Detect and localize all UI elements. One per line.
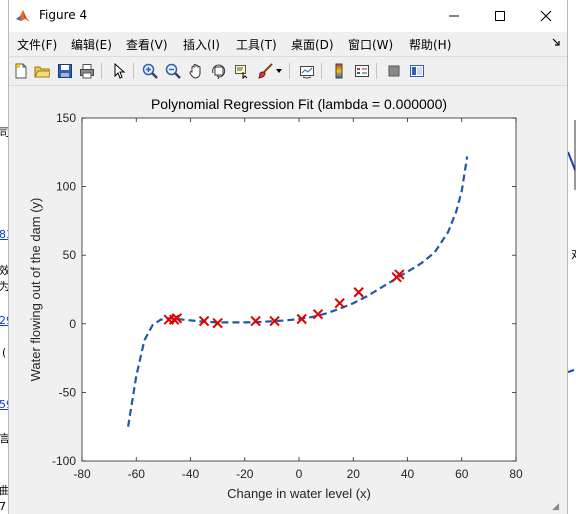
- close-button[interactable]: [523, 0, 569, 32]
- toolbar: [9, 56, 567, 86]
- show-plot-tools-icon[interactable]: [408, 62, 426, 80]
- x-tick-label: 20: [347, 467, 361, 481]
- data-cursor-icon[interactable]: [233, 62, 251, 80]
- open-file-icon[interactable]: [33, 62, 51, 80]
- menu-view[interactable]: 查看(V): [126, 36, 168, 53]
- title-bar[interactable]: Figure 4: [9, 0, 567, 32]
- x-tick-label: 60: [455, 467, 469, 481]
- colorbar-icon[interactable]: [330, 62, 348, 80]
- menu-file[interactable]: 文件(F): [17, 36, 57, 53]
- toolbar-separator: [376, 63, 377, 79]
- resize-grip-icon[interactable]: ◢: [552, 502, 559, 512]
- x-axis-label: Change in water level (x): [227, 486, 371, 501]
- close-icon: [540, 10, 552, 22]
- background-app-left-strip: 司 83 效 为 29 ( 59 言 曲 7: [0, 0, 13, 514]
- maximize-icon: [495, 11, 505, 21]
- y-tick-label: -50: [59, 385, 77, 399]
- chart-title: Polynomial Regression Fit (lambda = 0.00…: [151, 96, 447, 112]
- y-tick-label: 100: [56, 180, 76, 194]
- y-tick-label: 150: [56, 111, 76, 125]
- zoom-out-icon[interactable]: [164, 62, 182, 80]
- x-tick-label: 0: [296, 467, 303, 481]
- y-axis-label: Water flowing out of the dam (y): [28, 198, 43, 382]
- x-tick-label: -60: [128, 467, 146, 481]
- background-app-right-strip: 对: [568, 0, 576, 514]
- x-tick-label: -40: [182, 467, 200, 481]
- matlab-logo-icon: [15, 8, 31, 24]
- background-text: (: [2, 346, 7, 359]
- y-tick-label: 50: [63, 248, 77, 262]
- y-tick-label: 0: [69, 317, 76, 331]
- brush-icon[interactable]: [256, 62, 274, 80]
- figure-window: Figure 4 文件(F) 编辑(E) 查看(V) 插入(I) 工具(T) 桌…: [8, 0, 568, 514]
- minimize-icon: [449, 15, 459, 17]
- toolbar-separator: [289, 63, 290, 79]
- new-figure-icon[interactable]: [12, 62, 30, 80]
- x-tick-label: 80: [509, 467, 523, 481]
- x-tick-label: -20: [236, 467, 254, 481]
- hide-plot-tools-icon[interactable]: [385, 62, 403, 80]
- save-icon[interactable]: [56, 62, 74, 80]
- toolbar-separator: [101, 63, 102, 79]
- window-title: Figure 4: [39, 8, 88, 22]
- y-tick-label: -100: [52, 454, 76, 468]
- link-plot-icon[interactable]: [298, 62, 316, 80]
- menu-insert[interactable]: 插入(I): [183, 36, 220, 53]
- legend-icon[interactable]: [353, 62, 371, 80]
- menu-desktop[interactable]: 桌面(D): [291, 36, 334, 53]
- menu-bar: 文件(F) 编辑(E) 查看(V) 插入(I) 工具(T) 桌面(D) 窗口(W…: [9, 32, 567, 56]
- rotate-3d-icon[interactable]: [210, 62, 228, 80]
- menu-tools[interactable]: 工具(T): [236, 36, 277, 53]
- menu-window[interactable]: 窗口(W): [348, 36, 393, 53]
- toolbar-separator: [133, 63, 134, 79]
- toolbar-separator: [321, 63, 322, 79]
- axes-box: [81, 117, 517, 462]
- background-text: 7: [0, 500, 6, 513]
- print-icon[interactable]: [78, 62, 96, 80]
- minimize-button[interactable]: [431, 0, 477, 32]
- x-tick-label: -80: [73, 467, 91, 481]
- x-tick-label: 40: [401, 467, 415, 481]
- figure-canvas[interactable]: Polynomial Regression Fit (lambda = 0.00…: [9, 86, 561, 514]
- dock-arrow-icon[interactable]: [551, 37, 561, 50]
- background-text: 对: [571, 246, 576, 262]
- maximize-button[interactable]: [477, 0, 523, 32]
- plot-area[interactable]: Polynomial Regression Fit (lambda = 0.00…: [9, 86, 561, 514]
- pan-hand-icon[interactable]: [187, 62, 205, 80]
- zoom-in-icon[interactable]: [141, 62, 159, 80]
- brush-dropdown-icon[interactable]: [274, 62, 284, 80]
- menu-edit[interactable]: 编辑(E): [71, 36, 112, 53]
- pointer-icon[interactable]: [110, 62, 128, 80]
- menu-help[interactable]: 帮助(H): [409, 36, 451, 53]
